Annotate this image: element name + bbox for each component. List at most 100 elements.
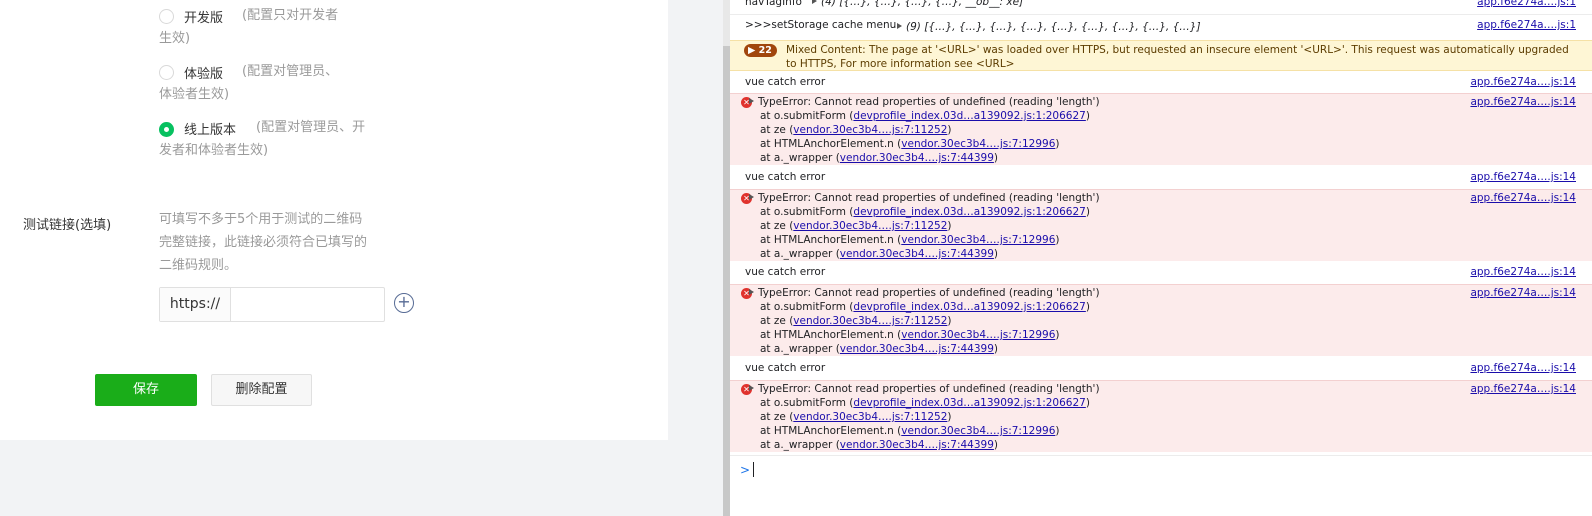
log-value[interactable]: (9) [{…}, {…}, {…}, {…}, {…}, {…}, {…}, … — [897, 21, 1201, 33]
stack-frame: at ze (vendor.30ec3b4….js:7:11252) — [760, 315, 952, 327]
error-entry: ✕ TypeError: Cannot read properties of u… — [730, 380, 1592, 452]
stack-frame-link[interactable]: devprofile_index.03d…a139092.js:1:206627 — [853, 110, 1085, 122]
error-source-link[interactable]: app.f6e274a….js:14 — [1470, 287, 1576, 299]
stack-frame: at a._wrapper (vendor.30ec3b4….js:7:4439… — [760, 343, 999, 355]
radio-release-desc-2: 发者和体验者生效) — [159, 143, 269, 158]
expand-triangle-icon[interactable] — [812, 0, 817, 4]
test-link-desc-line: 可填写不多于5个用于测试的二维码 — [159, 212, 363, 227]
stack-frame: at ze (vendor.30ec3b4….js:7:11252) — [760, 124, 952, 136]
stack-frame-link[interactable]: vendor.30ec3b4….js:7:11252 — [793, 411, 947, 423]
log-label: >>>setStorage cache menu — [745, 19, 897, 31]
expand-triangle-icon[interactable] — [897, 23, 902, 29]
log-value[interactable]: (4) [{…}, {…}, {…}, {…}, __ob__: xe] — [812, 0, 1023, 8]
stack-frame-link[interactable]: vendor.30ec3b4….js:7:12996 — [901, 234, 1055, 246]
expand-triangle-icon[interactable] — [749, 194, 754, 200]
stack-frame: at o.submitForm (devprofile_index.03d…a1… — [760, 206, 1090, 218]
stack-frame: at a._wrapper (vendor.30ec3b4….js:7:4439… — [760, 439, 999, 451]
radio-option-release[interactable]: 线上版本 (配置对管理员、开 发者和体验者生效) — [159, 116, 399, 160]
console-log-row: vue catch error app.f6e274a….js:14 — [730, 360, 1592, 378]
radio-trial-label: 体验版 — [184, 67, 224, 82]
log-source-link[interactable]: app.f6e274a….js:1 — [1477, 0, 1576, 8]
panel-splitter-top — [723, 0, 730, 46]
add-link-button[interactable]: + — [394, 293, 414, 313]
expand-triangle-icon[interactable] — [749, 98, 754, 104]
radio-option-dev[interactable]: 开发版 (配置只对开发者 生效) — [159, 4, 389, 48]
config-panel: 开发版 (配置只对开发者 生效) 体验版 (配置对管理员、 体验者生效) 线上版… — [0, 0, 668, 516]
error-message[interactable]: TypeError: Cannot read properties of und… — [749, 96, 1100, 108]
log-source-link[interactable]: app.f6e274a….js:14 — [1470, 171, 1576, 183]
stack-frame-link[interactable]: vendor.30ec3b4….js:7:12996 — [901, 138, 1055, 150]
stack-frame-link[interactable]: vendor.30ec3b4….js:7:12996 — [901, 425, 1055, 437]
radio-option-trial[interactable]: 体验版 (配置对管理员、 体验者生效) — [159, 60, 389, 104]
test-link-field: https:// — [159, 287, 385, 322]
console-separator — [730, 455, 1592, 456]
devtools-console: navTagInfo (4) [{…}, {…}, {…}, {…}, __ob… — [730, 0, 1592, 516]
error-source-link[interactable]: app.f6e274a….js:14 — [1470, 383, 1576, 395]
radio-dev-label: 开发版 — [184, 11, 224, 26]
delete-config-button[interactable]: 删除配置 — [211, 374, 312, 406]
warning-count-badge[interactable]: ▶ 22 — [744, 44, 777, 57]
config-card: 开发版 (配置只对开发者 生效) 体验版 (配置对管理员、 体验者生效) 线上版… — [0, 0, 668, 440]
stack-frame-link[interactable]: vendor.30ec3b4….js:7:44399 — [840, 248, 994, 260]
stack-frame-link[interactable]: devprofile_index.03d…a139092.js:1:206627 — [853, 206, 1085, 218]
radio-trial[interactable] — [159, 65, 174, 80]
error-entry: ✕ TypeError: Cannot read properties of u… — [730, 93, 1592, 165]
error-source-link[interactable]: app.f6e274a….js:14 — [1470, 96, 1576, 108]
stack-frame: at o.submitForm (devprofile_index.03d…a1… — [760, 301, 1090, 313]
stack-frame-link[interactable]: vendor.30ec3b4….js:7:11252 — [793, 124, 947, 136]
warning-text: Mixed Content: The page at '<URL>' was l… — [786, 44, 1569, 70]
stack-frame-link[interactable]: vendor.30ec3b4….js:7:44399 — [840, 343, 994, 355]
stack-frame: at o.submitForm (devprofile_index.03d…a1… — [760, 397, 1090, 409]
url-prefix: https:// — [160, 288, 231, 321]
radio-trial-desc: (配置对管理员、 — [242, 64, 339, 79]
console-input-caret[interactable] — [753, 462, 754, 477]
error-source-link[interactable]: app.f6e274a….js:14 — [1470, 192, 1576, 204]
radio-dev-desc: (配置只对开发者 — [242, 8, 339, 23]
stack-frame: at o.submitForm (devprofile_index.03d…a1… — [760, 110, 1090, 122]
console-log-row: vue catch error app.f6e274a….js:14 — [730, 169, 1592, 187]
error-entry: ✕ TypeError: Cannot read properties of u… — [730, 284, 1592, 356]
stack-frame-link[interactable]: devprofile_index.03d…a139092.js:1:206627 — [853, 301, 1085, 313]
expand-triangle-icon[interactable] — [749, 385, 754, 391]
log-source-link[interactable]: app.f6e274a….js:14 — [1470, 76, 1576, 88]
stack-frame-link[interactable]: vendor.30ec3b4….js:7:12996 — [901, 329, 1055, 341]
log-label: vue catch error — [745, 171, 826, 183]
test-link-desc: 可填写不多于5个用于测试的二维码 完整链接，此链接必须符合已填写的 二维码规则。 — [159, 208, 389, 277]
log-source-link[interactable]: app.f6e274a….js:14 — [1470, 362, 1576, 374]
stack-frame-link[interactable]: vendor.30ec3b4….js:7:44399 — [840, 439, 994, 451]
radio-release-desc: (配置对管理员、开 — [256, 120, 366, 135]
error-message[interactable]: TypeError: Cannot read properties of und… — [749, 192, 1100, 204]
save-button[interactable]: 保存 — [95, 374, 197, 406]
console-log-row: >>>setStorage cache menu (9) [{…}, {…}, … — [730, 16, 1592, 36]
stack-frame: at a._wrapper (vendor.30ec3b4….js:7:4439… — [760, 152, 999, 164]
log-source-link[interactable]: app.f6e274a….js:1 — [1477, 19, 1576, 31]
radio-dev[interactable] — [159, 9, 174, 24]
stack-frame-link[interactable]: vendor.30ec3b4….js:7:44399 — [840, 152, 994, 164]
stack-frame-link[interactable]: vendor.30ec3b4….js:7:11252 — [793, 220, 947, 232]
console-log-row: vue catch error app.f6e274a….js:14 — [730, 74, 1592, 92]
error-message[interactable]: TypeError: Cannot read properties of und… — [749, 383, 1100, 395]
radio-trial-desc-2: 体验者生效) — [159, 87, 230, 102]
stack-frame-link[interactable]: devprofile_index.03d…a139092.js:1:206627 — [853, 397, 1085, 409]
test-link-input[interactable] — [232, 288, 384, 321]
mixed-content-warning: ▶ 22 Mixed Content: The page at '<URL>' … — [730, 40, 1592, 71]
stack-frame: at ze (vendor.30ec3b4….js:7:11252) — [760, 411, 952, 423]
log-source-link[interactable]: app.f6e274a….js:14 — [1470, 266, 1576, 278]
stack-frame-link[interactable]: vendor.30ec3b4….js:7:11252 — [793, 315, 947, 327]
panel-splitter[interactable] — [723, 0, 730, 516]
log-label: vue catch error — [745, 76, 826, 88]
radio-dev-desc-2: 生效) — [159, 31, 191, 46]
expand-triangle-icon[interactable] — [749, 289, 754, 295]
test-link-label: 测试链接(选填) — [23, 218, 112, 233]
stack-frame: at ze (vendor.30ec3b4….js:7:11252) — [760, 220, 952, 232]
error-message[interactable]: TypeError: Cannot read properties of und… — [749, 287, 1100, 299]
radio-release[interactable] — [159, 122, 174, 137]
stack-frame: at HTMLAnchorElement.n (vendor.30ec3b4….… — [760, 138, 1060, 150]
stack-frame: at HTMLAnchorElement.n (vendor.30ec3b4….… — [760, 329, 1060, 341]
stack-frame: at a._wrapper (vendor.30ec3b4….js:7:4439… — [760, 248, 999, 260]
log-label: vue catch error — [745, 266, 826, 278]
console-log-row: navTagInfo (4) [{…}, {…}, {…}, {…}, __ob… — [730, 0, 1592, 13]
console-separator — [730, 14, 1592, 15]
screen: 开发版 (配置只对开发者 生效) 体验版 (配置对管理员、 体验者生效) 线上版… — [0, 0, 1592, 516]
console-log-row: vue catch error app.f6e274a….js:14 — [730, 264, 1592, 282]
